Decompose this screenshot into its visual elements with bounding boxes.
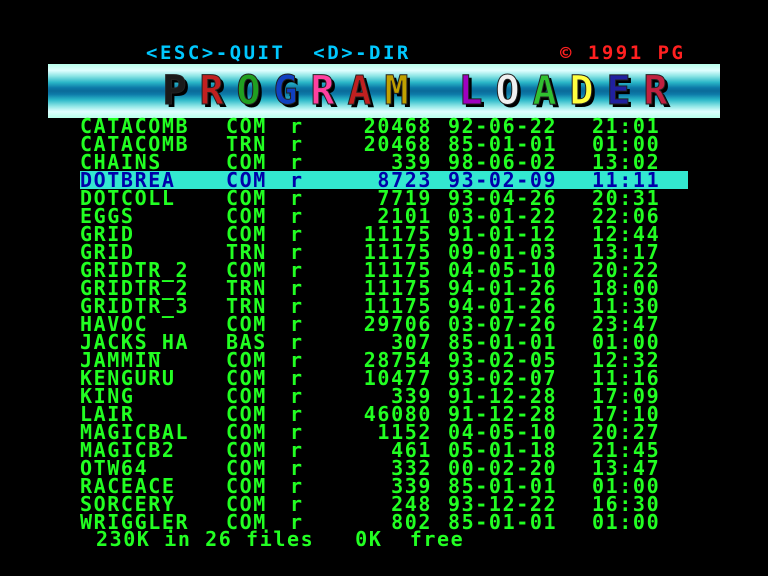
file-date: 85-01-01 <box>448 510 558 534</box>
title-letter: O <box>236 68 261 115</box>
title-letter: O <box>495 68 520 115</box>
key-hints: <ESC>-QUIT <D>-DIR <box>146 42 411 64</box>
title-letter <box>415 66 452 116</box>
title-letter: R <box>199 68 224 115</box>
title-letter: P <box>162 68 187 115</box>
title-letter: A <box>347 68 372 115</box>
title-letter: R <box>310 68 335 115</box>
title-letter: L <box>458 68 483 115</box>
title-letter: M <box>384 68 409 115</box>
title-letter: E <box>606 68 631 115</box>
program-loader-title: PROGRAM LOADERPROGRAM LOADER <box>156 66 674 116</box>
copyright-notice: © 1991 PG <box>560 42 686 64</box>
title-letter: A <box>532 68 557 115</box>
title-letter: D <box>569 68 594 115</box>
disk-summary: 230K in 26 files 0K free <box>96 527 465 551</box>
title-letter: G <box>273 68 298 115</box>
file-list: CATACOMB COM r 20468 92-06-22 21:01 CATACOMB TR… <box>0 116 768 534</box>
title-letter: R <box>643 68 668 115</box>
file-time: 01:00 <box>592 510 661 534</box>
